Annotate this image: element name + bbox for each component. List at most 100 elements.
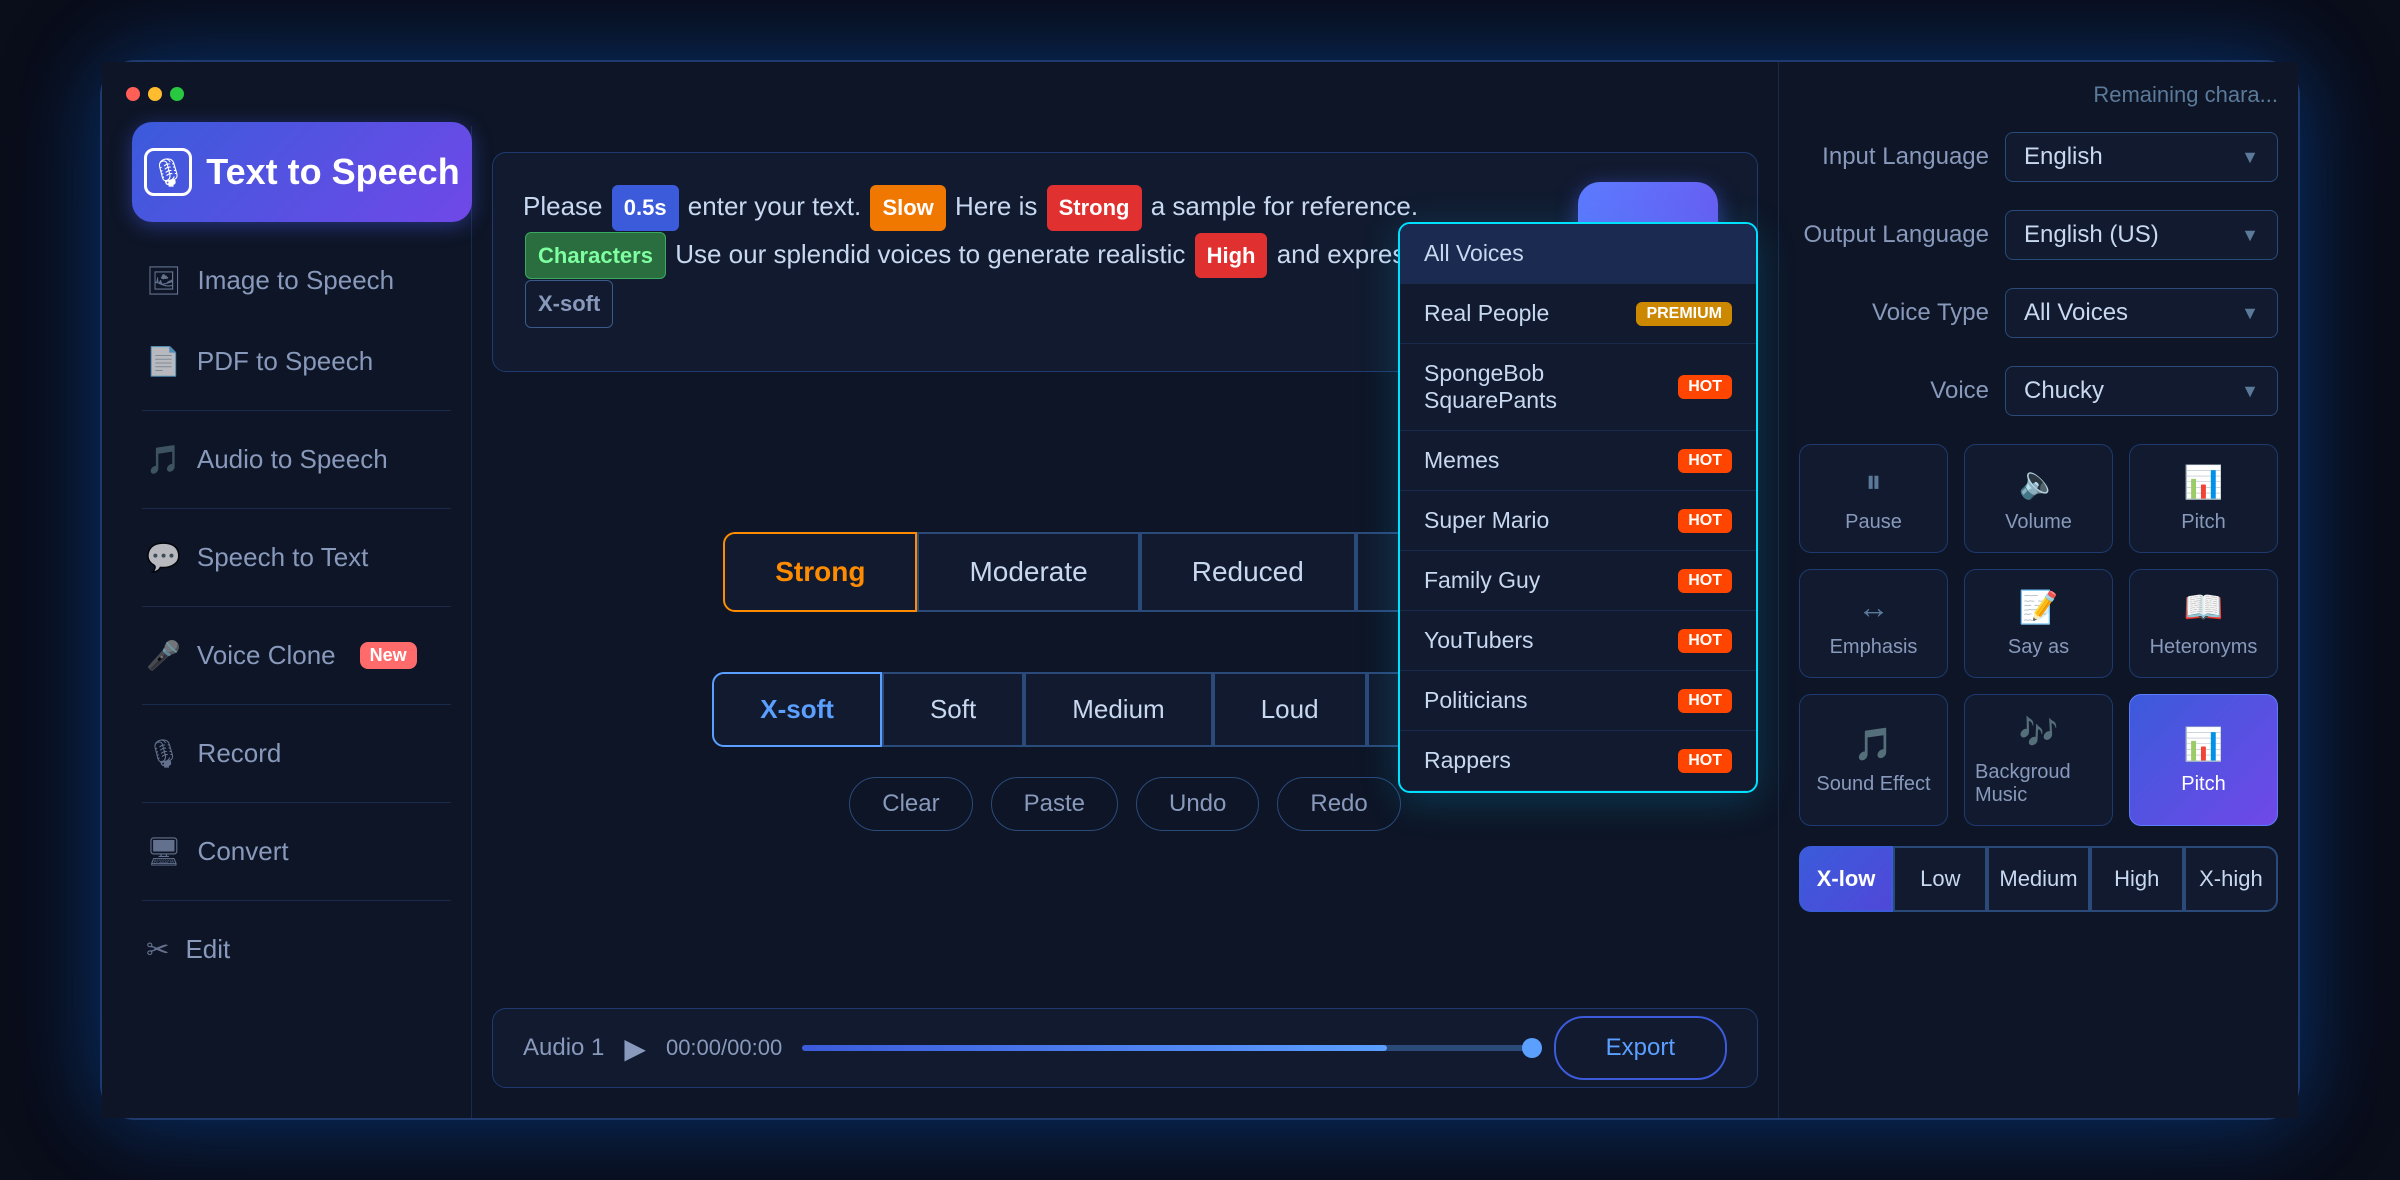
input-language-select[interactable]: English ▼: [2005, 132, 2278, 182]
pitch-xhigh-btn[interactable]: X-high: [2184, 846, 2278, 912]
pitch-high-btn[interactable]: High: [2090, 846, 2184, 912]
voice-label: Voice: [1799, 377, 1989, 405]
tag-xsoft[interactable]: X-soft: [525, 280, 613, 328]
speech-text-icon: 💬: [146, 541, 181, 574]
progress-fill: [802, 1045, 1387, 1051]
effect-heteronyms[interactable]: 📖 Heteronyms: [2129, 569, 2278, 678]
emphasis-reduced-btn[interactable]: Reduced: [1140, 532, 1356, 612]
dropdown-all-voices[interactable]: All Voices: [1400, 224, 1756, 284]
effect-pitch-active[interactable]: 📊 Pitch: [2129, 694, 2278, 826]
text-normal-2: enter your text.: [688, 191, 869, 221]
output-language-row: Output Language English (US) ▼: [1799, 210, 2278, 260]
dropdown-politicians[interactable]: Politicians HOT: [1400, 671, 1756, 731]
sidebar-divider-2: [142, 508, 451, 509]
audio-player: Audio 1 ▶ 00:00/00:00 Export: [492, 1008, 1758, 1088]
progress-bar[interactable]: [802, 1045, 1533, 1051]
dropdown-real-people[interactable]: Real People PREMIUM: [1400, 284, 1756, 344]
close-button[interactable]: [126, 87, 140, 101]
volume-xsoft-btn[interactable]: X-soft: [712, 672, 882, 747]
effect-sound-label: Sound Effect: [1816, 773, 1930, 796]
pause-icon: ⏸: [1865, 463, 1881, 501]
effect-emphasis[interactable]: ↔ Emphasis: [1799, 569, 1948, 678]
effect-emphasis-label: Emphasis: [1830, 636, 1918, 659]
sidebar-item-image-to-speech[interactable]: 🖼 Image to Speech: [122, 242, 471, 319]
text-normal-4: a sample for reference.: [1151, 191, 1418, 221]
hot-badge-6: HOT: [1678, 689, 1732, 713]
dropdown-family-guy[interactable]: Family Guy HOT: [1400, 551, 1756, 611]
tag-characters[interactable]: Characters: [525, 232, 666, 280]
convert-icon: 🖥: [146, 835, 182, 868]
effect-say-as[interactable]: 📝 Say as: [1964, 569, 2113, 678]
tag-strong[interactable]: Strong: [1047, 185, 1142, 231]
edit-icon: ✂: [146, 933, 169, 966]
tag-slow[interactable]: Slow: [870, 185, 945, 231]
sidebar-item-edit[interactable]: ✂ Edit: [122, 911, 471, 988]
effect-bg-music[interactable]: 🎶 Backgroud Music: [1964, 694, 2113, 826]
play-button[interactable]: ▶: [624, 1032, 646, 1065]
sidebar-item-convert[interactable]: 🖥 Convert: [122, 813, 471, 890]
effect-sound[interactable]: 🎵 Sound Effect: [1799, 694, 1948, 826]
effect-pitch-top[interactable]: 📊 Pitch: [2129, 444, 2278, 553]
window-controls: [126, 87, 184, 101]
mic-icon: 🎙: [144, 148, 192, 196]
hot-badge-2: HOT: [1678, 449, 1732, 473]
volume-soft-btn[interactable]: Soft: [882, 672, 1024, 747]
dropdown-memes[interactable]: Memes HOT: [1400, 431, 1756, 491]
export-button[interactable]: Export: [1554, 1016, 1727, 1080]
sidebar-item-record[interactable]: 🎙 Record: [122, 715, 471, 792]
main-window: 🎙 Text to Speech 🖼 Image to Speech 📄 PDF…: [100, 60, 2300, 1120]
maximize-button[interactable]: [170, 87, 184, 101]
voice-type-select[interactable]: All Voices ▼: [2005, 288, 2278, 338]
bg-music-icon: 🎶: [2019, 713, 2059, 751]
dropdown-super-mario[interactable]: Super Mario HOT: [1400, 491, 1756, 551]
effect-bg-music-label: Backgroud Music: [1975, 761, 2102, 807]
time-display: 00:00/00:00: [666, 1035, 782, 1061]
text-normal-5: Use our splendid voices to generate real…: [675, 239, 1192, 269]
voice-type-label: Voice Type: [1799, 299, 1989, 327]
sidebar-divider-5: [142, 802, 451, 803]
emphasis-strong-btn[interactable]: Strong: [723, 532, 917, 612]
minimize-button[interactable]: [148, 87, 162, 101]
pitch-xlow-btn[interactable]: X-low: [1799, 846, 1893, 912]
effect-volume[interactable]: 🔈 Volume: [1964, 444, 2113, 553]
clear-button[interactable]: Clear: [849, 777, 972, 831]
audio-icon: 🎵: [146, 443, 181, 476]
pitch-icon-1: 📊: [2184, 463, 2224, 501]
dropdown-spongebob[interactable]: SpongeBob SquarePants HOT: [1400, 344, 1756, 431]
dropdown-youtubers[interactable]: YouTubers HOT: [1400, 611, 1756, 671]
tag-high[interactable]: High: [1195, 233, 1268, 279]
sidebar-item-pdf-to-speech[interactable]: 📄 PDF to Speech: [122, 323, 471, 400]
volume-medium-btn[interactable]: Medium: [1024, 672, 1212, 747]
effect-pause[interactable]: ⏸ Pause: [1799, 444, 1948, 553]
emphasis-moderate-btn[interactable]: Moderate: [917, 532, 1139, 612]
image-icon: 🖼: [146, 264, 182, 297]
undo-button[interactable]: Undo: [1136, 777, 1259, 831]
pitch-options: X-low Low Medium High X-high: [1799, 846, 2278, 912]
sidebar-item-speech-to-text[interactable]: 💬 Speech to Text: [122, 519, 471, 596]
voice-select[interactable]: Chucky ▼: [2005, 366, 2278, 416]
hot-badge-4: HOT: [1678, 569, 1732, 593]
effect-heteronyms-label: Heteronyms: [2150, 636, 2258, 659]
redo-button[interactable]: Redo: [1277, 777, 1400, 831]
volume-icon: 🔈: [2019, 463, 2059, 501]
sidebar-divider-1: [142, 410, 451, 411]
text-normal-3: Here is: [955, 191, 1045, 221]
paste-button[interactable]: Paste: [991, 777, 1118, 831]
effect-pitch-active-label: Pitch: [2181, 773, 2225, 796]
pitch-medium-btn[interactable]: Medium: [1987, 846, 2089, 912]
voice-type-dropdown: All Voices Real People PREMIUM SpongeBob…: [1398, 222, 1758, 793]
sidebar-item-voice-clone[interactable]: 🎤 Voice Clone New: [122, 617, 471, 694]
chevron-down-icon-4: ▼: [2241, 381, 2259, 402]
effect-volume-label: Volume: [2005, 511, 2072, 534]
hot-badge-1: HOT: [1678, 375, 1732, 399]
right-panel: Remaining chara... Input Language Englis…: [1778, 62, 2298, 1118]
dropdown-rappers[interactable]: Rappers HOT: [1400, 731, 1756, 791]
output-language-select[interactable]: English (US) ▼: [2005, 210, 2278, 260]
sound-icon: 🎵: [1854, 725, 1894, 763]
pitch-low-btn[interactable]: Low: [1893, 846, 1987, 912]
tag-05s[interactable]: 0.5s: [612, 185, 679, 231]
sidebar-item-audio-to-speech[interactable]: 🎵 Audio to Speech: [122, 421, 471, 498]
voice-type-row: Voice Type All Voices ▼: [1799, 288, 2278, 338]
volume-loud-btn[interactable]: Loud: [1213, 672, 1367, 747]
hot-badge-3: HOT: [1678, 509, 1732, 533]
